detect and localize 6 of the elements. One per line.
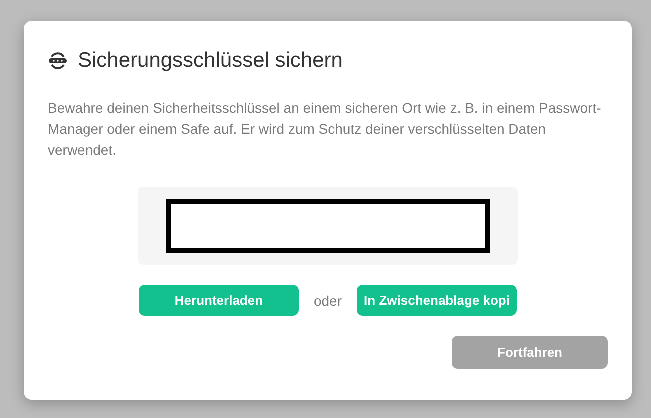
dialog-title: Sicherungsschlüssel sichern (78, 49, 343, 73)
copy-button[interactable]: In Zwischenablage kopi (357, 285, 518, 316)
separator-text: oder (314, 292, 342, 308)
download-button[interactable]: Herunterladen (138, 285, 299, 316)
description-text: Bewahre deinen Sicherheitsschlüssel an einem sicheren Ort wie z. B. in einem Passwort-Manager oder einem Safe auf. Er wird zum Schutz deiner verschlüsselten Daten verwendet. (48, 99, 602, 160)
key-sync-icon (48, 51, 68, 71)
